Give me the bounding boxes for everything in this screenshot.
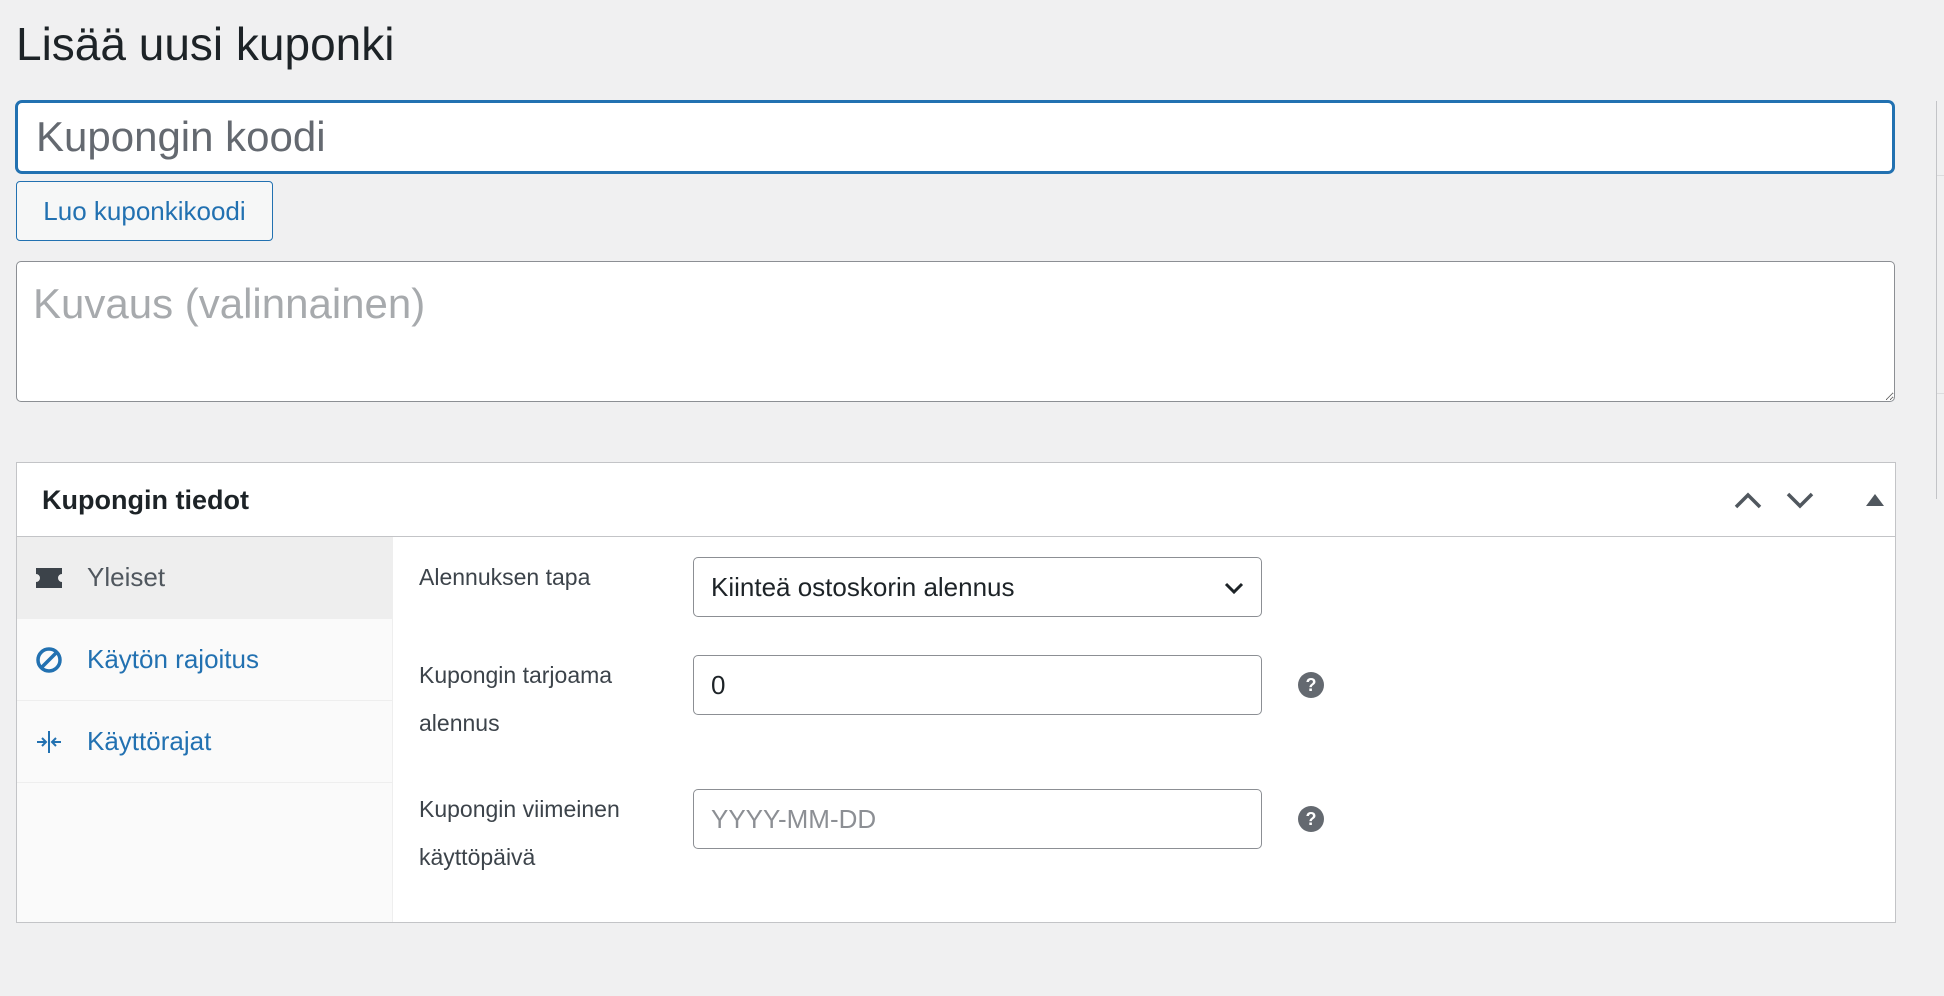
limit-icon: [37, 731, 61, 753]
coupon-code-input[interactable]: [16, 101, 1894, 173]
page-title: Lisää uusi kuponki: [16, 18, 395, 70]
block-icon: [36, 647, 62, 673]
expiry-date-label-line2: käyttöpäivä: [419, 844, 536, 870]
help-icon[interactable]: ?: [1298, 672, 1324, 698]
tab-usage-restriction-label: Käytön rajoitus: [87, 644, 259, 674]
toggle-panel-button[interactable]: [1854, 479, 1896, 521]
expiry-date-field: [693, 789, 1262, 849]
generate-coupon-code-button[interactable]: Luo kuponkikoodi: [16, 181, 273, 241]
chevron-down-icon: [1786, 492, 1814, 509]
tab-usage-restriction[interactable]: Käytön rajoitus: [17, 619, 392, 701]
coupon-amount-label-line2: alennus: [419, 710, 500, 736]
coupon-data-metabox: Kupongin tiedot Yleiset Käytön rajoitus …: [16, 462, 1896, 923]
discount-type-value: Kiinteä ostoskorin alennus: [711, 571, 1015, 602]
coupon-amount-input[interactable]: [694, 656, 1261, 714]
expiry-date-input[interactable]: [694, 790, 1261, 848]
coupon-data-tabs: Yleiset Käytön rajoitus Käyttörajat: [17, 537, 393, 922]
discount-type-select[interactable]: Kiinteä ostoskorin alennus: [693, 557, 1262, 617]
move-up-button[interactable]: [1727, 479, 1769, 521]
tab-general-label: Yleiset: [87, 562, 166, 592]
sidebar-panel-edge: [1936, 101, 1944, 499]
metabox-title: Kupongin tiedot: [42, 485, 249, 515]
tab-usage-limits[interactable]: Käyttörajat: [17, 701, 392, 783]
discount-type-label: Alennuksen tapa: [419, 564, 591, 590]
metabox-header: Kupongin tiedot: [17, 463, 1895, 537]
chevron-down-icon: [1224, 582, 1244, 595]
expiry-date-label-line1: Kupongin viimeinen: [419, 796, 620, 822]
coupon-description-textarea[interactable]: [16, 261, 1895, 402]
tab-general[interactable]: Yleiset: [17, 537, 392, 619]
triangle-up-icon: [1866, 494, 1884, 506]
move-down-button[interactable]: [1779, 479, 1821, 521]
help-icon[interactable]: ?: [1298, 806, 1324, 832]
general-panel: Alennuksen tapa Kiinteä ostoskorin alenn…: [393, 537, 1895, 922]
coupon-amount-label-line1: Kupongin tarjoama: [419, 662, 613, 688]
coupon-amount-field: [693, 655, 1262, 715]
ticket-icon: [36, 568, 62, 588]
tab-usage-limits-label: Käyttörajat: [87, 726, 212, 756]
chevron-up-icon: [1734, 492, 1762, 509]
